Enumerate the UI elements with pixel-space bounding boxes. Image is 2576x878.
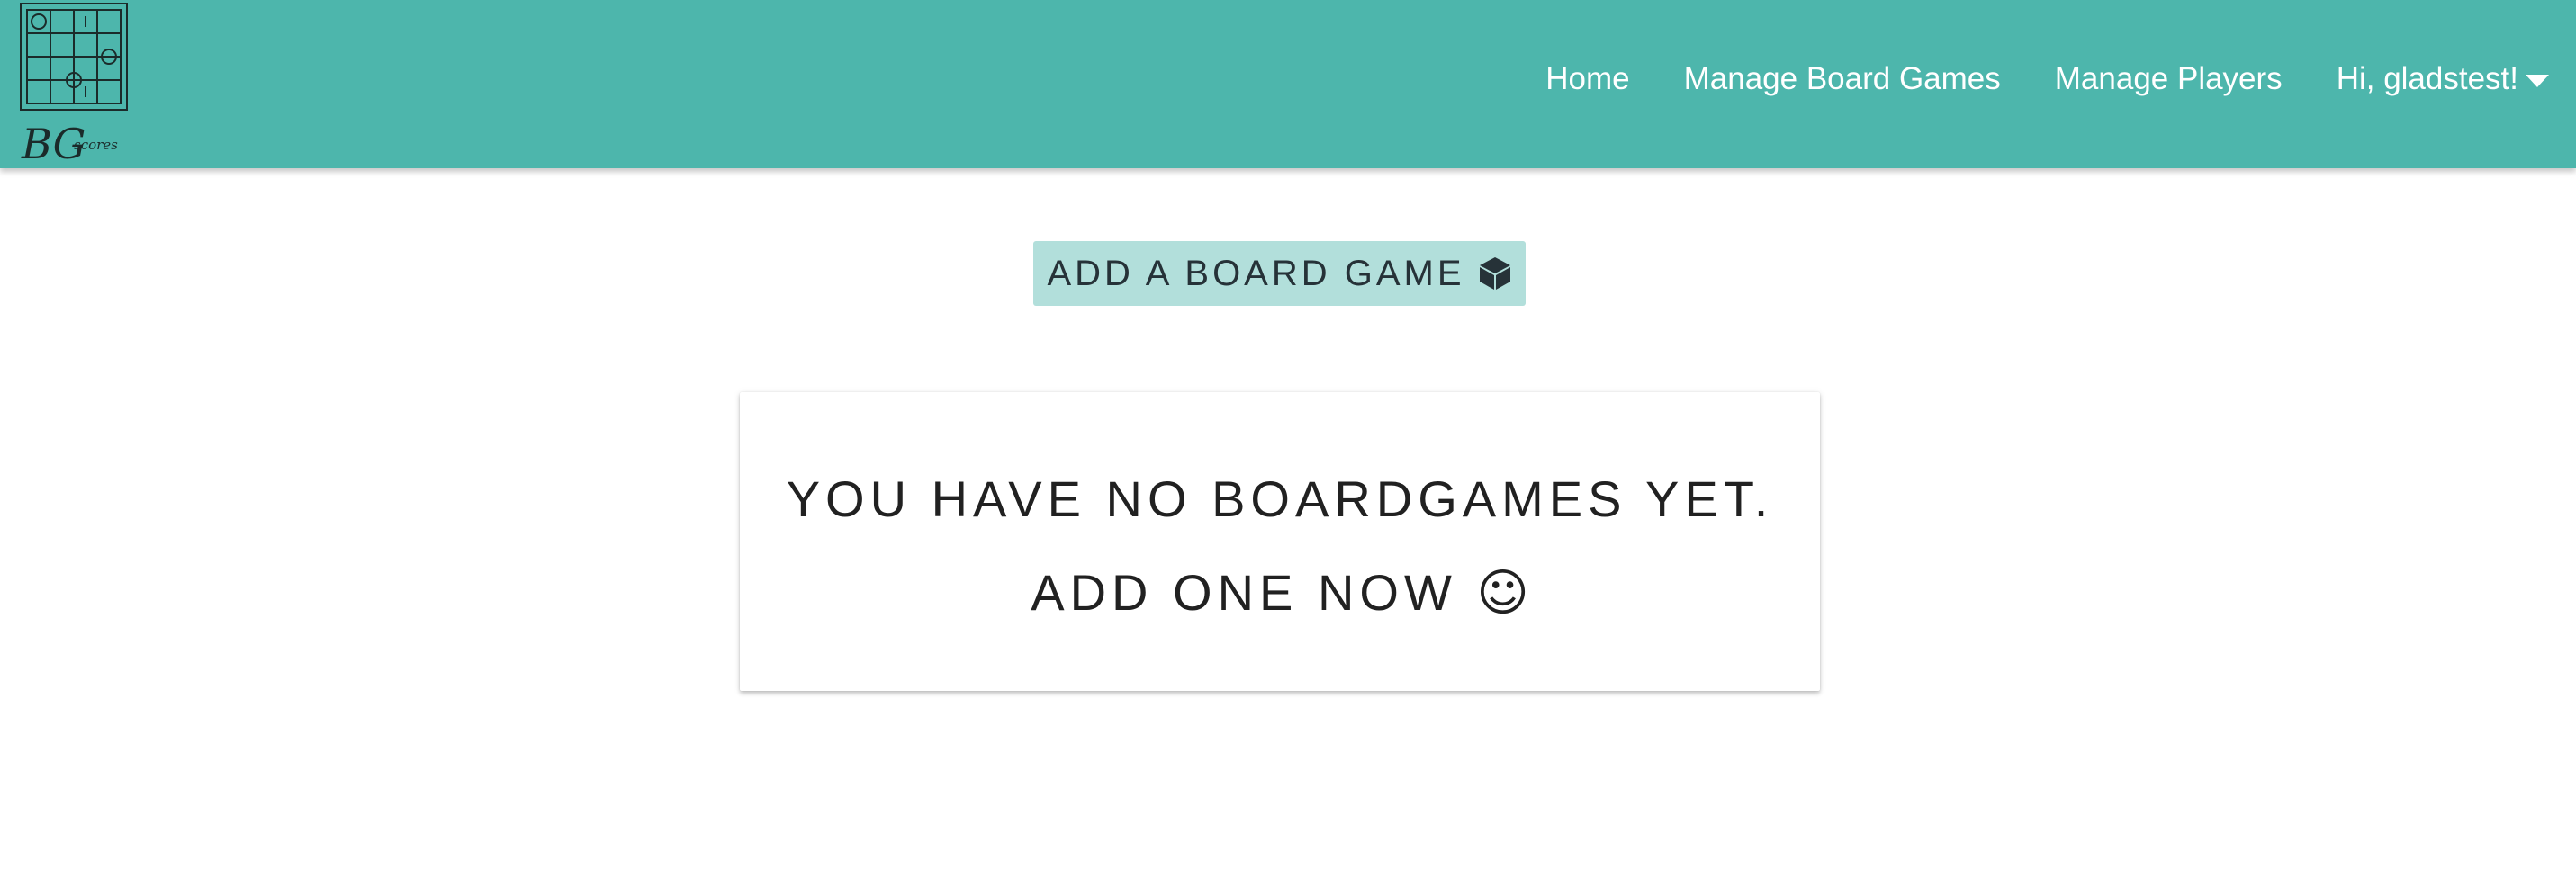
user-menu-dropdown[interactable]: Hi, gladstest! [2337,61,2549,97]
cube-icon [1478,255,1512,291]
caret-down-icon [2526,75,2549,87]
empty-state-cta-text: ADD ONE NOW [1031,564,1457,621]
main-nav: Home Manage Board Games Manage Players H… [1491,0,2549,158]
svg-text:scores: scores [74,137,118,153]
add-board-game-button[interactable]: ADD A BOARD GAME [1033,241,1526,306]
logo-icon: BG scores [20,3,128,168]
empty-state-subtitle: ADD ONE NOW ☺ [740,563,1820,623]
nav-home-link[interactable]: Home [1545,61,1629,97]
user-greeting: Hi, gladstest! [2336,61,2518,96]
add-board-game-label: ADD A BOARD GAME [1047,253,1465,293]
navbar: BG scores Home Manage Board Games Manage… [0,0,2576,168]
brand-logo[interactable]: BG scores [18,0,135,168]
nav-manage-board-games-link[interactable]: Manage Board Games [1684,61,2001,97]
nav-manage-players-link[interactable]: Manage Players [2055,61,2283,97]
smiley-icon: ☺ [1476,564,1529,623]
empty-state-title: YOU HAVE NO BOARDGAMES YET. [786,470,1774,527]
empty-state-card: YOU HAVE NO BOARDGAMES YET. ADD ONE NOW … [740,392,1820,691]
